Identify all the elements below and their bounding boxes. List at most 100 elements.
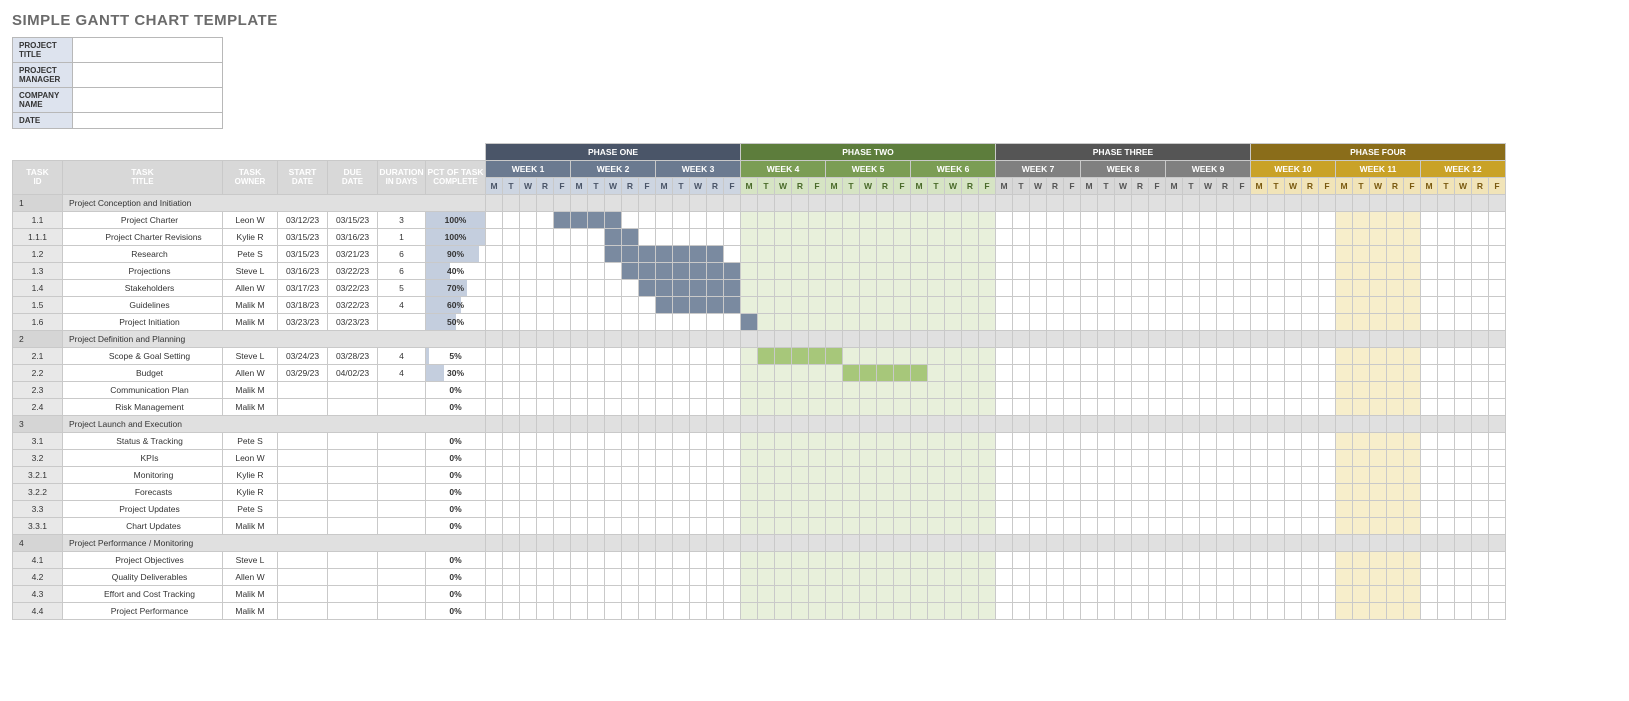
task-start[interactable]	[278, 484, 328, 501]
task-pct[interactable]: 0%	[426, 603, 486, 620]
task-pct[interactable]: 100%	[426, 229, 486, 246]
task-duration[interactable]	[378, 399, 426, 416]
task-owner[interactable]: Malik M	[223, 518, 278, 535]
task-due[interactable]	[328, 569, 378, 586]
task-owner[interactable]: Malik M	[223, 586, 278, 603]
task-duration[interactable]: 5	[378, 280, 426, 297]
task-duration[interactable]	[378, 569, 426, 586]
task-owner[interactable]: Steve L	[223, 552, 278, 569]
task-owner[interactable]: Kylie R	[223, 484, 278, 501]
task-owner[interactable]: Allen W	[223, 569, 278, 586]
task-start[interactable]: 03/23/23	[278, 314, 328, 331]
task-title[interactable]: Monitoring	[63, 467, 223, 484]
task-due[interactable]	[328, 467, 378, 484]
task-pct[interactable]: 0%	[426, 399, 486, 416]
task-due[interactable]: 03/22/23	[328, 280, 378, 297]
meta-value-project-title[interactable]	[73, 38, 223, 63]
task-due[interactable]: 03/28/23	[328, 348, 378, 365]
task-pct[interactable]: 0%	[426, 467, 486, 484]
task-start[interactable]	[278, 433, 328, 450]
task-start[interactable]: 03/15/23	[278, 229, 328, 246]
task-start[interactable]	[278, 569, 328, 586]
task-pct[interactable]: 0%	[426, 484, 486, 501]
task-pct[interactable]: 30%	[426, 365, 486, 382]
task-duration[interactable]	[378, 518, 426, 535]
task-start[interactable]: 03/17/23	[278, 280, 328, 297]
task-due[interactable]: 03/16/23	[328, 229, 378, 246]
task-duration[interactable]	[378, 552, 426, 569]
task-due[interactable]: 03/22/23	[328, 297, 378, 314]
task-owner[interactable]: Allen W	[223, 365, 278, 382]
task-due[interactable]	[328, 586, 378, 603]
task-title[interactable]: Communication Plan	[63, 382, 223, 399]
task-due[interactable]	[328, 433, 378, 450]
task-owner[interactable]: Pete S	[223, 246, 278, 263]
task-start[interactable]	[278, 586, 328, 603]
task-title[interactable]: Status & Tracking	[63, 433, 223, 450]
task-due[interactable]	[328, 603, 378, 620]
task-pct[interactable]: 0%	[426, 586, 486, 603]
task-pct[interactable]: 60%	[426, 297, 486, 314]
task-due[interactable]	[328, 552, 378, 569]
task-title[interactable]: Budget	[63, 365, 223, 382]
task-start[interactable]	[278, 467, 328, 484]
task-title[interactable]: Project Charter	[63, 212, 223, 229]
task-duration[interactable]: 4	[378, 297, 426, 314]
task-pct[interactable]: 0%	[426, 569, 486, 586]
task-owner[interactable]: Malik M	[223, 297, 278, 314]
task-start[interactable]	[278, 501, 328, 518]
task-owner[interactable]: Leon W	[223, 450, 278, 467]
task-pct[interactable]: 70%	[426, 280, 486, 297]
task-title[interactable]: Chart Updates	[63, 518, 223, 535]
task-title[interactable]: Project Updates	[63, 501, 223, 518]
task-start[interactable]	[278, 518, 328, 535]
task-pct[interactable]: 50%	[426, 314, 486, 331]
task-title[interactable]: Research	[63, 246, 223, 263]
task-owner[interactable]: Pete S	[223, 433, 278, 450]
task-start[interactable]	[278, 399, 328, 416]
task-pct[interactable]: 0%	[426, 552, 486, 569]
task-due[interactable]: 03/22/23	[328, 263, 378, 280]
task-duration[interactable]	[378, 433, 426, 450]
task-pct[interactable]: 5%	[426, 348, 486, 365]
task-start[interactable]: 03/29/23	[278, 365, 328, 382]
task-start[interactable]	[278, 450, 328, 467]
task-owner[interactable]: Kylie R	[223, 229, 278, 246]
task-due[interactable]: 03/23/23	[328, 314, 378, 331]
task-title[interactable]: Guidelines	[63, 297, 223, 314]
task-owner[interactable]: Kylie R	[223, 467, 278, 484]
task-duration[interactable]	[378, 484, 426, 501]
task-title[interactable]: Project Initiation	[63, 314, 223, 331]
task-title[interactable]: Project Charter Revisions	[63, 229, 223, 246]
task-title[interactable]: Forecasts	[63, 484, 223, 501]
task-duration[interactable]: 4	[378, 365, 426, 382]
task-duration[interactable]	[378, 382, 426, 399]
task-pct[interactable]: 0%	[426, 382, 486, 399]
task-title[interactable]: Risk Management	[63, 399, 223, 416]
task-duration[interactable]	[378, 314, 426, 331]
task-pct[interactable]: 0%	[426, 501, 486, 518]
task-pct[interactable]: 0%	[426, 433, 486, 450]
task-due[interactable]	[328, 382, 378, 399]
task-start[interactable]: 03/18/23	[278, 297, 328, 314]
task-due[interactable]	[328, 518, 378, 535]
task-title[interactable]: Projections	[63, 263, 223, 280]
task-duration[interactable]	[378, 603, 426, 620]
task-title[interactable]: Project Performance	[63, 603, 223, 620]
task-start[interactable]	[278, 382, 328, 399]
task-start[interactable]	[278, 603, 328, 620]
task-owner[interactable]: Malik M	[223, 382, 278, 399]
task-owner[interactable]: Leon W	[223, 212, 278, 229]
task-pct[interactable]: 0%	[426, 518, 486, 535]
task-title[interactable]: Project Objectives	[63, 552, 223, 569]
meta-value-company-name[interactable]	[73, 88, 223, 113]
task-title[interactable]: Effort and Cost Tracking	[63, 586, 223, 603]
task-pct[interactable]: 100%	[426, 212, 486, 229]
task-title[interactable]: Quality Deliverables	[63, 569, 223, 586]
task-pct[interactable]: 90%	[426, 246, 486, 263]
task-title[interactable]: Scope & Goal Setting	[63, 348, 223, 365]
task-pct[interactable]: 0%	[426, 450, 486, 467]
task-due[interactable]	[328, 450, 378, 467]
task-owner[interactable]: Allen W	[223, 280, 278, 297]
task-pct[interactable]: 40%	[426, 263, 486, 280]
